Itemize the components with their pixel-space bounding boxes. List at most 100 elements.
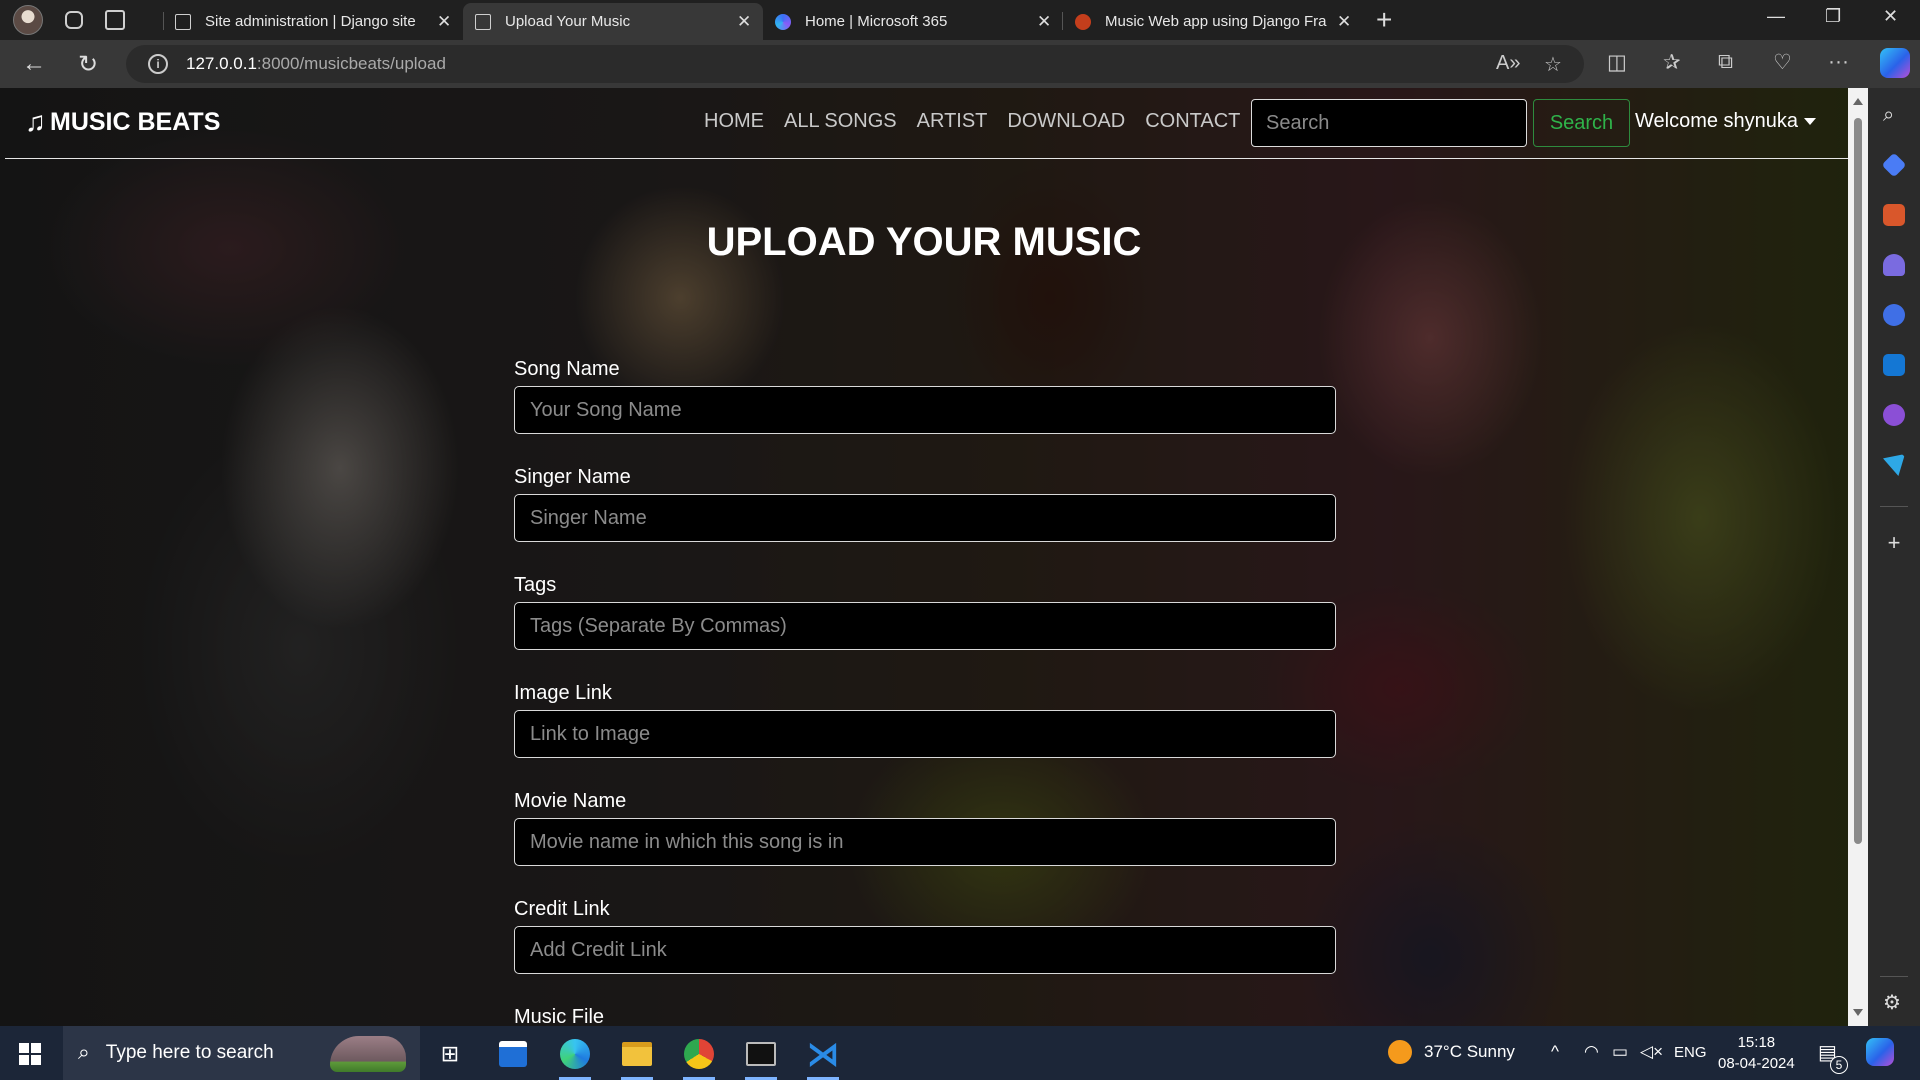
terminal-icon[interactable] — [741, 1034, 781, 1080]
image-link-field: Image Link — [514, 682, 1336, 790]
music-note-icon: ♫ — [25, 106, 46, 137]
movie-name-input[interactable] — [514, 818, 1336, 866]
nav-artist[interactable]: ARTIST — [917, 110, 988, 133]
song-name-input[interactable] — [514, 386, 1336, 434]
designer-icon[interactable] — [1883, 404, 1905, 426]
drop-icon[interactable] — [1883, 454, 1905, 476]
nav-menu: HOME ALL SONGS ARTIST DOWNLOAD CONTACT — [704, 110, 1260, 133]
settings-gear-icon[interactable]: ⚙ — [1883, 990, 1905, 1014]
page-viewport: ♫ MUSIC BEATS HOME ALL SONGS ARTIST DOWN… — [0, 88, 1848, 1026]
edge-logo-shape — [560, 1039, 590, 1069]
tab-upload-music[interactable]: Upload Your Music ✕ — [463, 3, 763, 40]
language-indicator[interactable]: ENG — [1674, 1044, 1707, 1061]
close-tab-icon[interactable]: ✕ — [1337, 12, 1351, 32]
read-aloud-icon[interactable]: A» — [1496, 52, 1520, 75]
folder-shape — [622, 1042, 652, 1066]
tags-input[interactable] — [514, 602, 1336, 650]
scroll-down-icon[interactable] — [1853, 1009, 1863, 1016]
close-tab-icon[interactable]: ✕ — [437, 12, 451, 32]
copilot-icon[interactable] — [1866, 1038, 1894, 1066]
singer-name-input[interactable] — [514, 494, 1336, 542]
games-icon[interactable] — [1883, 254, 1905, 276]
site-search-input[interactable] — [1251, 99, 1527, 147]
network-icon[interactable]: ◠ — [1584, 1042, 1599, 1062]
back-icon[interactable]: ← — [22, 50, 46, 78]
edge-browser-icon[interactable] — [555, 1034, 595, 1080]
favorite-star-icon[interactable]: ☆ — [1544, 52, 1562, 77]
tab-django-admin[interactable]: Site administration | Django site ✕ — [163, 3, 463, 40]
search-icon: ⌕ — [78, 1041, 90, 1064]
minimize-icon[interactable]: — — [1767, 6, 1785, 27]
task-view-icon[interactable]: ⊞ — [430, 1034, 470, 1074]
close-window-icon[interactable]: ✕ — [1883, 6, 1898, 27]
vscode-icon[interactable]: ⋊ — [803, 1034, 843, 1080]
microsoft-365-icon[interactable] — [1883, 304, 1905, 326]
url-text[interactable]: 127.0.0.1:8000/musicbeats/upload — [186, 54, 446, 74]
microsoft-store-icon[interactable] — [493, 1034, 533, 1074]
close-tab-icon[interactable]: ✕ — [737, 12, 751, 32]
scroll-thumb[interactable] — [1854, 118, 1862, 844]
nav-all-songs[interactable]: ALL SONGS — [784, 110, 897, 133]
search-highlight-image — [330, 1036, 406, 1072]
sidebar-divider — [1880, 506, 1908, 507]
url-bar[interactable]: i 127.0.0.1:8000/musicbeats/upload A» ☆ — [126, 45, 1584, 83]
store-bag-shape — [499, 1041, 527, 1067]
page-scrollbar[interactable] — [1848, 88, 1868, 1026]
refresh-icon[interactable]: ↻ — [78, 50, 98, 79]
singer-name-field: Singer Name — [514, 466, 1336, 574]
new-tab-icon[interactable]: + — [1376, 4, 1392, 36]
tab-microsoft-365[interactable]: Home | Microsoft 365 ✕ — [763, 3, 1063, 40]
file-explorer-icon[interactable] — [617, 1034, 657, 1080]
tab-music-web-app[interactable]: Music Web app using Django Fra ✕ — [1063, 3, 1363, 40]
split-screen-icon[interactable]: ◫ — [1607, 50, 1627, 75]
powerpoint-icon — [1075, 13, 1091, 30]
favorites-icon[interactable]: ✰ — [1663, 50, 1681, 75]
shopping-tag-icon[interactable] — [1881, 152, 1907, 178]
nav-home[interactable]: HOME — [704, 110, 764, 133]
field-label: Music File — [514, 1006, 605, 1026]
movie-name-field: Movie Name — [514, 790, 1336, 898]
page-title: UPLOAD YOUR MUSIC — [706, 220, 1142, 264]
profile-avatar[interactable] — [13, 5, 43, 35]
outlook-icon[interactable] — [1883, 354, 1905, 376]
tab-actions-icon[interactable] — [105, 10, 125, 30]
tags-field: Tags — [514, 574, 1336, 682]
scroll-up-icon[interactable] — [1853, 98, 1863, 105]
tab-divider — [163, 12, 164, 30]
volume-muted-icon[interactable]: ◁× — [1640, 1042, 1663, 1062]
system-clock[interactable]: 15:18 08-04-2024 — [1718, 1032, 1795, 1074]
site-search-button[interactable]: Search — [1533, 99, 1630, 147]
chrome-icon[interactable] — [679, 1034, 719, 1080]
notification-count-badge: 5 — [1830, 1056, 1848, 1074]
workspaces-icon[interactable] — [65, 11, 83, 29]
battery-icon[interactable]: ▭ — [1612, 1042, 1628, 1062]
collections-icon[interactable]: ⧉ — [1718, 50, 1733, 74]
image-link-input[interactable] — [514, 710, 1336, 758]
terminal-window-shape — [746, 1042, 776, 1066]
site-brand[interactable]: ♫ MUSIC BEATS — [25, 106, 220, 138]
more-options-icon[interactable]: ··· — [1828, 50, 1849, 74]
nav-download[interactable]: DOWNLOAD — [1007, 110, 1125, 133]
field-label: Song Name — [514, 358, 620, 380]
taskbar-search[interactable]: ⌕ Type here to search — [63, 1026, 420, 1080]
page-icon — [475, 13, 491, 30]
search-icon[interactable]: ⌕ — [1883, 104, 1905, 126]
windows-start-icon[interactable] — [19, 1043, 41, 1065]
browser-essentials-icon[interactable]: ♡ — [1773, 50, 1792, 75]
add-icon[interactable]: + — [1883, 530, 1905, 555]
weather-text[interactable]: 37°C Sunny — [1424, 1042, 1515, 1062]
chrome-logo-shape — [684, 1039, 714, 1069]
copilot-icon[interactable] — [1880, 48, 1910, 78]
tools-icon[interactable] — [1883, 204, 1905, 226]
field-label: Image Link — [514, 682, 612, 704]
song-name-field: Song Name — [514, 358, 1336, 466]
user-menu[interactable]: Welcome shynuka — [1635, 110, 1817, 133]
close-tab-icon[interactable]: ✕ — [1037, 12, 1051, 32]
tray-overflow-icon[interactable]: ^ — [1551, 1042, 1559, 1062]
restore-icon[interactable]: ❐ — [1825, 6, 1841, 27]
nav-contact[interactable]: CONTACT — [1145, 110, 1240, 133]
site-info-icon[interactable]: i — [148, 54, 168, 74]
upload-form: Song Name Singer Name Tags Image Link Mo… — [514, 358, 1336, 1026]
credit-link-input[interactable] — [514, 926, 1336, 974]
weather-sun-icon[interactable] — [1388, 1040, 1412, 1064]
